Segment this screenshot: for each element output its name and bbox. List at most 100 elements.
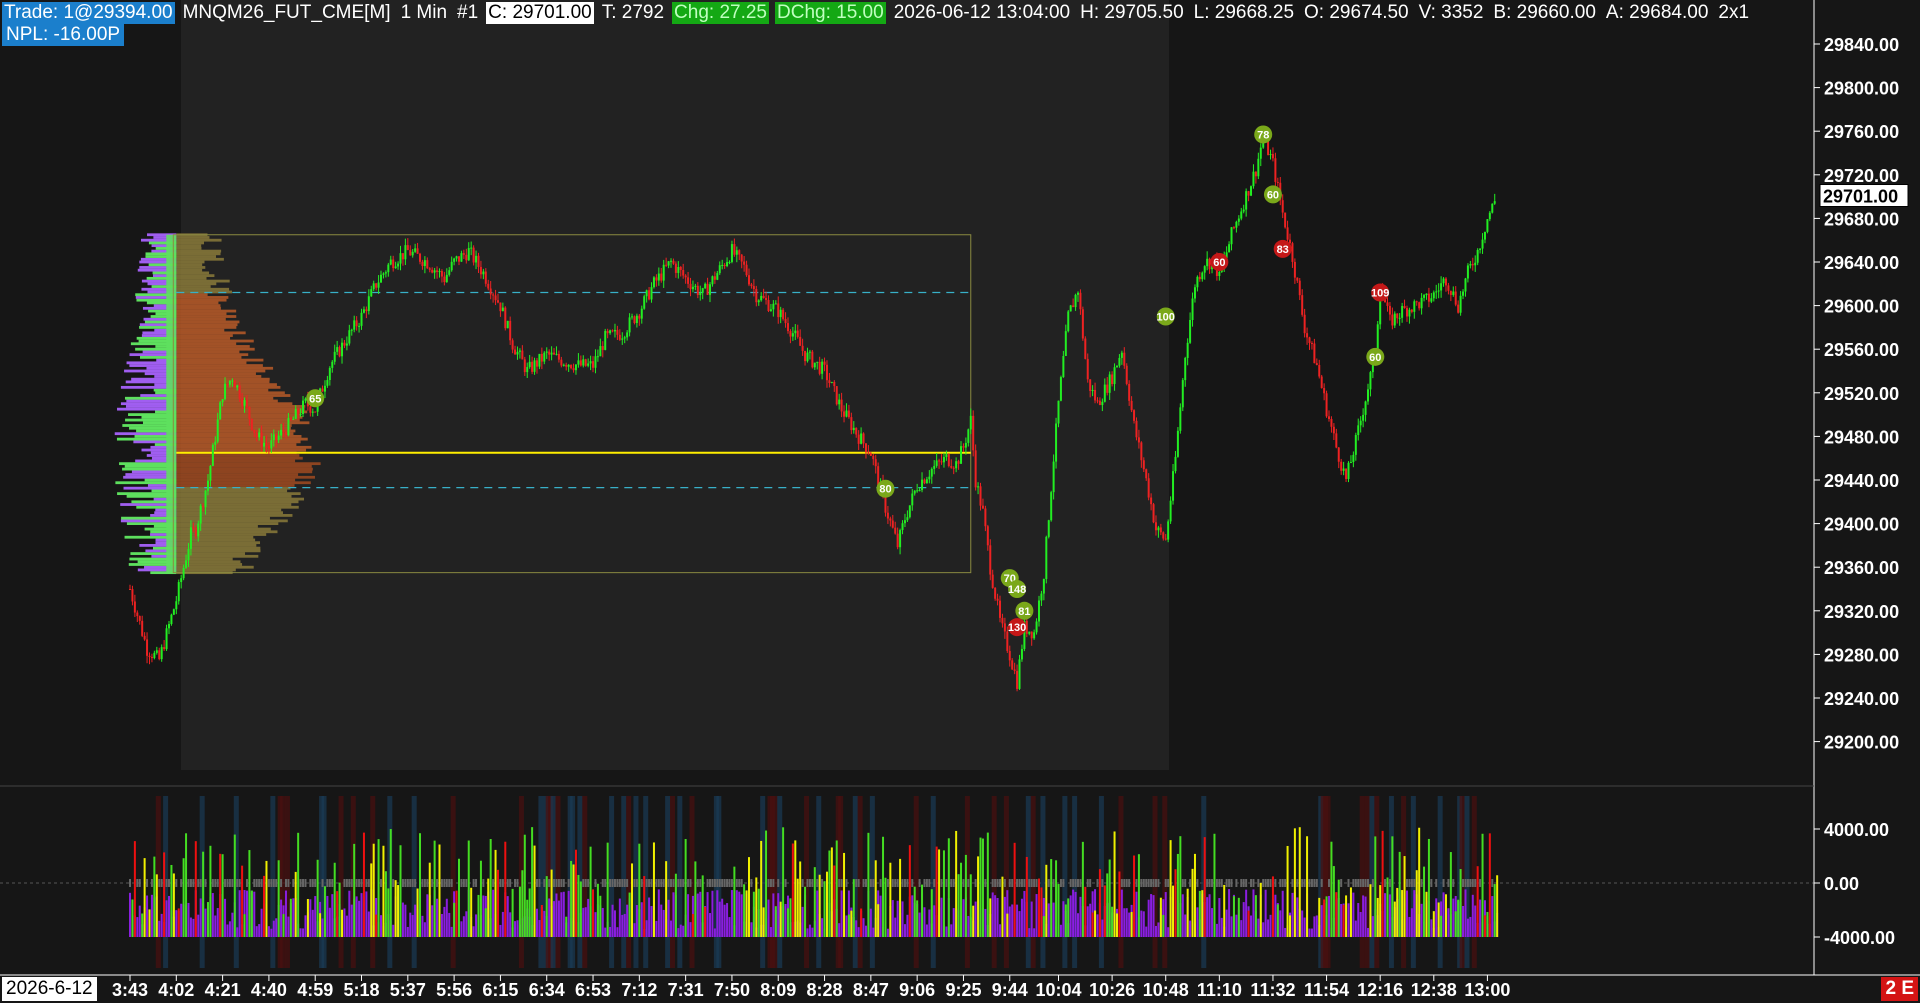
- profile-bar: [176, 426, 291, 430]
- osc-bar: [545, 876, 548, 937]
- profile-bar: [176, 331, 246, 335]
- osc-bar: [143, 858, 146, 937]
- candle-body: [362, 309, 365, 313]
- osc-purple-bar: [611, 904, 614, 937]
- osc-purple-bar: [1279, 910, 1282, 937]
- osc-purple-bar: [1267, 919, 1270, 937]
- candle-body: [833, 382, 836, 387]
- profile-bar: [176, 285, 211, 288]
- osc-noise-bar: [862, 879, 865, 887]
- candle-body: [601, 346, 604, 350]
- profile-bar: [176, 462, 321, 466]
- candle-body: [996, 598, 999, 601]
- osc-noise-bar: [994, 879, 997, 887]
- osc-purple-bar: [180, 903, 183, 937]
- osc-bar: [874, 860, 877, 937]
- trade-label[interactable]: Trade: 1@29394.00: [2, 2, 175, 24]
- osc-bar: [1174, 869, 1177, 937]
- osc-purple-bar: [1235, 914, 1238, 937]
- candle-body: [743, 261, 746, 265]
- candle-body: [248, 406, 251, 419]
- profile-bar: [176, 410, 308, 414]
- osc-bar: [1325, 896, 1328, 937]
- candle-body: [1464, 278, 1467, 292]
- candle-body: [1133, 410, 1136, 421]
- candle-body: [1076, 292, 1079, 295]
- osc-purple-bar: [1352, 892, 1355, 937]
- profile-bar: [176, 263, 203, 267]
- osc-purple-bar: [767, 899, 770, 937]
- profile-bar: [176, 375, 262, 378]
- profile-bar: [176, 260, 205, 264]
- osc-bar: [1055, 860, 1058, 937]
- osc-noise-bar: [891, 879, 894, 887]
- candle-body: [148, 655, 151, 657]
- candle-body: [704, 283, 707, 289]
- osc-bar: [511, 888, 514, 937]
- profile-bar: [176, 282, 217, 286]
- corner-badge[interactable]: 2 E: [1881, 977, 1918, 1001]
- osc-purple-bar: [621, 914, 624, 937]
- osc-noise-bar: [1052, 879, 1055, 887]
- osc-bar: [1057, 883, 1060, 937]
- osc-noise-bar: [197, 879, 200, 887]
- candle-body: [687, 277, 690, 284]
- osc-purple-bar: [1189, 920, 1192, 937]
- osc-noise-bar: [1340, 879, 1343, 887]
- candle-body: [250, 418, 253, 430]
- osc-bar: [877, 904, 880, 937]
- candle-body: [1203, 266, 1206, 273]
- osc-bar: [1342, 904, 1345, 937]
- osc-noise-bar: [650, 879, 653, 887]
- profile-bar: [176, 315, 237, 318]
- osc-purple-bar: [862, 918, 865, 937]
- osc-purple-bar: [535, 908, 538, 937]
- candle-body: [584, 359, 587, 366]
- candle-body: [1120, 352, 1123, 358]
- candle-body: [287, 418, 290, 436]
- time-tick-label: 5:56: [436, 980, 472, 1000]
- profile-bar: [176, 334, 233, 337]
- osc-noise-bar: [1208, 879, 1211, 887]
- osc-purple-bar: [1218, 898, 1221, 937]
- chart-canvas[interactable]: 658070148811301006078608360109 29840.002…: [0, 0, 1920, 1003]
- osc-noise-bar: [440, 879, 443, 887]
- osc-bar: [752, 891, 755, 937]
- osc-purple-bar: [501, 911, 504, 937]
- profile-bar: [176, 361, 247, 365]
- osc-noise-bar: [358, 879, 361, 887]
- osc-bar: [233, 834, 236, 937]
- osc-noise-bar: [667, 879, 670, 887]
- osc-noise-bar: [1240, 879, 1243, 887]
- interval-label[interactable]: 1 Min: [399, 2, 449, 24]
- candle-body: [255, 432, 258, 438]
- profile-bar: [176, 413, 301, 416]
- osc-purple-bar: [311, 909, 314, 937]
- osc-noise-bar: [618, 879, 621, 887]
- profile-bar: [176, 336, 231, 340]
- osc-purple-bar: [270, 928, 273, 937]
- candle-body: [765, 297, 768, 301]
- candle-body: [1089, 379, 1092, 391]
- osc-noise-bar: [1320, 879, 1323, 887]
- symbol-label[interactable]: MNQM26_FUT_CME[M]: [181, 2, 393, 24]
- profile-bar: [176, 421, 310, 425]
- osc-noise-bar: [1008, 879, 1011, 887]
- candle-body: [709, 284, 712, 295]
- osc-purple-bar: [601, 907, 604, 937]
- profile-bar: [176, 511, 283, 515]
- osc-purple-bar: [1096, 914, 1099, 937]
- osc-bar: [1203, 837, 1206, 937]
- osc-noise-bar: [1362, 879, 1365, 887]
- time-tick-label: 4:40: [251, 980, 287, 1000]
- osc-noise-bar: [1096, 879, 1099, 887]
- candle-body: [370, 289, 373, 297]
- osc-purple-bar: [136, 917, 139, 937]
- osc-purple-bar: [718, 901, 721, 937]
- time-tick-label: 9:25: [945, 980, 981, 1000]
- osc-purple-bar: [1471, 894, 1474, 937]
- osc-noise-bar: [1047, 879, 1050, 887]
- osc-purple-bar: [555, 893, 558, 937]
- time-tick-label: 10:48: [1143, 980, 1189, 1000]
- candle-body: [550, 352, 553, 355]
